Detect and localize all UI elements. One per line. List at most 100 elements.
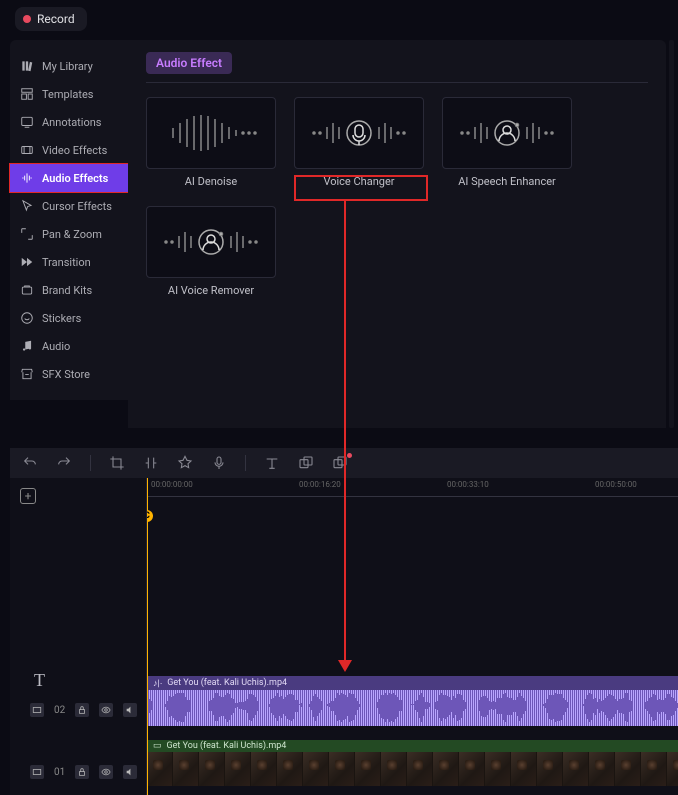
denoise-icon	[146, 97, 276, 169]
sfx-store-icon	[20, 367, 34, 381]
ruler-tick: 00:00:00:00	[151, 480, 193, 489]
sidebar-item-video-effects[interactable]: Video Effects	[10, 136, 128, 164]
redo-button[interactable]	[56, 455, 72, 471]
ruler-tick: 00:00:33:10	[447, 480, 489, 489]
record-icon	[23, 15, 31, 23]
effects-panel: Audio Effect AI Denoise Voice Changer AI…	[128, 40, 666, 428]
sidebar-item-audio[interactable]: Audio	[10, 332, 128, 360]
playhead[interactable]	[147, 478, 148, 795]
timeline-tracks[interactable]: 00:00:00:00 00:00:16:20 00:00:33:10 00:0…	[146, 478, 678, 795]
sidebar-item-label: Pan & Zoom	[42, 228, 102, 241]
record-button[interactable]: Record	[15, 7, 87, 31]
waveform	[147, 690, 678, 726]
track-type-icon	[30, 765, 44, 779]
section-title: Audio Effect	[146, 52, 232, 74]
group-button[interactable]	[298, 455, 314, 471]
audio-icon: ♪|∙	[153, 678, 162, 689]
audio-icon	[20, 339, 34, 353]
right-strip	[669, 40, 674, 428]
track-number: 02	[54, 705, 65, 716]
effect-voice-changer[interactable]: Voice Changer	[294, 97, 424, 188]
ruler-line	[147, 496, 678, 497]
mute-button[interactable]	[123, 703, 137, 717]
effect-label: AI Voice Remover	[146, 284, 276, 297]
effect-label: AI Speech Enhancer	[442, 175, 572, 188]
cursor-effects-icon	[20, 199, 34, 213]
visibility-button[interactable]	[99, 703, 113, 717]
record-label: Record	[37, 12, 75, 26]
ruler-tick: 00:00:50:00	[595, 480, 637, 489]
divider	[146, 82, 648, 83]
transition-icon	[20, 255, 34, 269]
sidebar-item-brand-kits[interactable]: Brand Kits	[10, 276, 128, 304]
timeline-ruler[interactable]: 00:00:00:00 00:00:16:20 00:00:33:10 00:0…	[147, 478, 678, 500]
effect-ai-speech-enhancer[interactable]: AI Speech Enhancer	[442, 97, 572, 188]
sidebar-item-label: My Library	[42, 60, 93, 73]
video-frames	[147, 752, 678, 786]
mute-button[interactable]	[123, 765, 137, 779]
sidebar-item-label: Audio	[42, 340, 70, 353]
add-track-button[interactable]: +	[20, 488, 36, 504]
effect-ai-denoise[interactable]: AI Denoise	[146, 97, 276, 188]
sidebar-item-templates[interactable]: Templates	[10, 80, 128, 108]
video-clip[interactable]: ▭ Get You (feat. Kali Uchis).mp4	[147, 740, 678, 786]
ruler-tick: 00:00:16:20	[299, 480, 341, 489]
track-type-icon	[30, 703, 44, 717]
track-controls-video: 01	[30, 765, 137, 779]
audio-clip-filename: Get You (feat. Kali Uchis).mp4	[167, 678, 287, 688]
sidebar-item-audio-effects[interactable]: Audio Effects	[10, 164, 128, 192]
annotations-icon	[20, 115, 34, 129]
lock-button[interactable]	[75, 703, 89, 717]
brand-kits-icon	[20, 283, 34, 297]
effect-label: Voice Changer	[294, 175, 424, 188]
pan-zoom-icon	[20, 227, 34, 241]
marker-button[interactable]	[177, 455, 193, 471]
effect-label: AI Denoise	[146, 175, 276, 188]
library-icon	[20, 59, 34, 73]
voiceover-button[interactable]	[211, 455, 227, 471]
sidebar-item-my-library[interactable]: My Library	[10, 52, 128, 80]
video-clip-header: ▭ Get You (feat. Kali Uchis).mp4	[147, 740, 678, 752]
sidebar-item-label: Audio Effects	[42, 172, 108, 185]
sidebar-item-label: Stickers	[42, 312, 81, 325]
separator	[245, 455, 246, 471]
audio-effects-icon	[20, 171, 34, 185]
video-effects-icon	[20, 143, 34, 157]
track-number: 01	[54, 767, 65, 778]
sidebar-item-sfx-store[interactable]: SFX Store	[10, 360, 128, 388]
separator	[90, 455, 91, 471]
sidebar-item-label: Video Effects	[42, 144, 107, 157]
track-controls-audio: 02	[30, 703, 137, 717]
effect-ai-voice-remover[interactable]: AI Voice Remover	[146, 206, 276, 297]
sidebar-item-label: Templates	[42, 88, 93, 101]
crop-button[interactable]	[109, 455, 125, 471]
split-button[interactable]	[143, 455, 159, 471]
undo-button[interactable]	[22, 455, 38, 471]
templates-icon	[20, 87, 34, 101]
video-clip-filename: Get You (feat. Kali Uchis).mp4	[167, 741, 287, 751]
text-track-tool[interactable]: T	[34, 670, 45, 691]
sidebar-item-transition[interactable]: Transition	[10, 248, 128, 276]
effects-grid: AI Denoise Voice Changer AI Speech Enhan…	[146, 97, 648, 297]
sidebar-item-pan-zoom[interactable]: Pan & Zoom	[10, 220, 128, 248]
sidebar: My Library Templates Annotations Video E…	[10, 40, 128, 400]
audio-clip[interactable]: ♪|∙ Get You (feat. Kali Uchis).mp4	[147, 676, 678, 726]
sidebar-item-cursor-effects[interactable]: Cursor Effects	[10, 192, 128, 220]
sidebar-item-label: SFX Store	[42, 368, 90, 381]
notification-badge	[347, 453, 352, 458]
sidebar-item-stickers[interactable]: Stickers	[10, 304, 128, 332]
visibility-button[interactable]	[99, 765, 113, 779]
annotation-arrow	[344, 200, 346, 670]
stickers-icon	[20, 311, 34, 325]
lock-button[interactable]	[75, 765, 89, 779]
voice-changer-icon	[294, 97, 424, 169]
sidebar-item-label: Annotations	[42, 116, 101, 129]
text-button[interactable]	[264, 455, 280, 471]
sidebar-item-label: Brand Kits	[42, 284, 92, 297]
video-icon: ▭	[153, 741, 162, 751]
sidebar-item-label: Transition	[42, 256, 91, 269]
playhead-label: C	[146, 511, 150, 521]
sidebar-item-label: Cursor Effects	[42, 200, 112, 213]
timeline-left-panel: + T 02 01	[10, 478, 146, 795]
sidebar-item-annotations[interactable]: Annotations	[10, 108, 128, 136]
